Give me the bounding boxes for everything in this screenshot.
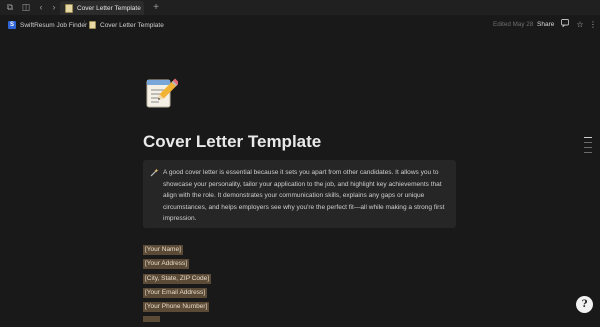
field-city-state-zip[interactable]: [City, State, ZIP Code] (143, 273, 212, 284)
breadcrumb-workspace[interactable]: S SwiftResum Job Finder (8, 15, 87, 35)
callout-text: A good cover letter is essential because… (163, 169, 445, 223)
contact-fields: [Your Name] [Your Address] [City, State,… (143, 245, 212, 327)
comment-icon[interactable] (560, 15, 570, 35)
outline-line (584, 137, 592, 138)
document-icon (89, 21, 96, 29)
outline-line (584, 142, 592, 143)
help-button[interactable]: ? (576, 296, 593, 313)
back-icon[interactable]: ‹ (34, 0, 48, 15)
forward-icon[interactable]: › (47, 0, 61, 15)
tab-cover-letter-template[interactable]: Cover Letter Template (60, 1, 144, 15)
title-bar: ⧉ ◫ ‹ › Cover Letter Template + (0, 0, 600, 15)
sidebar-toggle-icon[interactable]: ◫ (19, 0, 33, 15)
breadcrumb-page[interactable]: Cover Letter Template (89, 15, 164, 35)
breadcrumb-page-label: Cover Letter Template (100, 21, 164, 29)
breadcrumb-separator: / (83, 21, 85, 28)
more-options-icon[interactable]: ⋮ (588, 15, 598, 35)
magic-wand-sparkle-icon (150, 168, 159, 179)
memo-emoji-icon[interactable] (144, 76, 180, 110)
field-email-address[interactable]: [Your Email Address] (143, 287, 208, 298)
favorite-star-icon[interactable]: ☆ (575, 15, 585, 35)
field-phone-number[interactable]: [Your Phone Number] (143, 302, 210, 313)
page-title[interactable]: Cover Letter Template (143, 132, 321, 152)
tab-title: Cover Letter Template (77, 4, 141, 12)
outline-line (584, 147, 592, 148)
field-your-name[interactable]: [Your Name] (143, 245, 183, 255)
workspace-icon: S (8, 21, 16, 29)
field-your-address[interactable]: [Your Address] (143, 259, 190, 270)
page-header: S SwiftResum Job Finder / Cover Letter T… (0, 15, 600, 35)
table-of-contents-outline[interactable] (584, 137, 592, 157)
field-next-partial[interactable] (143, 316, 160, 323)
share-button[interactable]: Share (537, 15, 554, 35)
breadcrumb-workspace-label: SwiftResum Job Finder (20, 21, 88, 29)
outline-line (584, 152, 592, 153)
document-icon (65, 3, 73, 13)
window-icon[interactable]: ⧉ (3, 0, 17, 15)
new-tab-plus-icon[interactable]: + (149, 0, 163, 15)
edited-timestamp: Edited May 28 (493, 21, 534, 28)
callout-block[interactable]: A good cover letter is essential because… (143, 160, 456, 228)
